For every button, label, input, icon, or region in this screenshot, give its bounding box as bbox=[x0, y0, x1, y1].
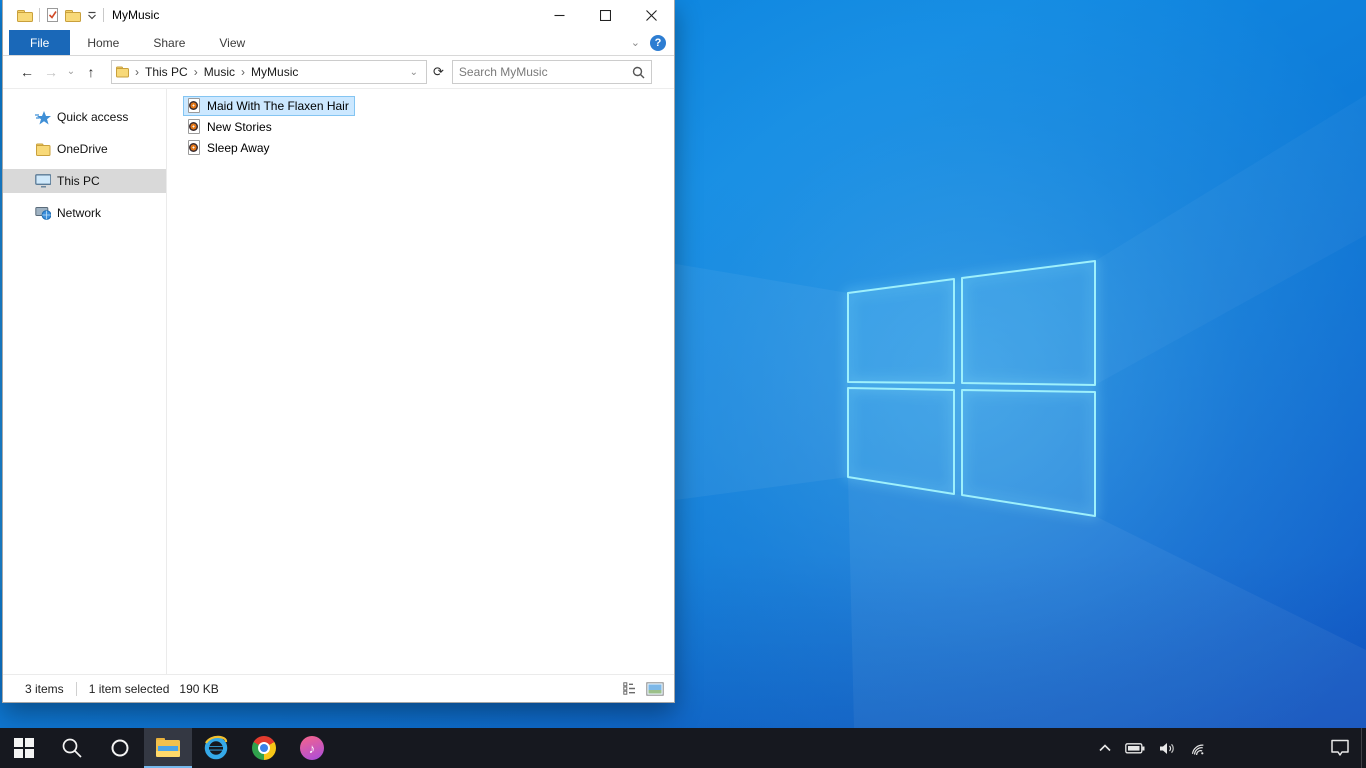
hidden-icons-chevron[interactable] bbox=[1099, 744, 1111, 752]
network-computer-icon bbox=[35, 205, 51, 221]
status-separator bbox=[75, 681, 77, 696]
battery-icon[interactable] bbox=[1125, 742, 1145, 754]
thumbnail-view-button[interactable] bbox=[646, 681, 664, 696]
selection-size: 190 KB bbox=[179, 681, 219, 696]
windows-start-icon bbox=[14, 738, 34, 758]
navigation-pane: Quick access OneDrive This PC Network bbox=[3, 89, 167, 674]
file-list: Maid With The Flaxen Hair New Stories Sl… bbox=[167, 89, 674, 674]
tab-view[interactable]: View bbox=[202, 30, 262, 55]
file-item-sleep-away[interactable]: Sleep Away bbox=[183, 138, 276, 158]
onedrive-folder-icon bbox=[35, 141, 51, 157]
toolbar-separator bbox=[103, 8, 104, 22]
back-button[interactable]: ← bbox=[15, 65, 39, 79]
new-folder-button[interactable] bbox=[65, 9, 81, 22]
sidebar-item-label: Quick access bbox=[57, 110, 129, 124]
taskbar-itunes-button[interactable]: ♪ bbox=[288, 728, 336, 768]
caption-buttons bbox=[536, 0, 674, 30]
this-pc-monitor-icon bbox=[35, 173, 51, 189]
tab-home[interactable]: Home bbox=[70, 30, 136, 55]
search-icon[interactable] bbox=[632, 66, 645, 79]
taskbar-chrome-button[interactable] bbox=[240, 728, 288, 768]
taskbar: ♪ bbox=[0, 728, 1366, 768]
music-note-glyph: ♪ bbox=[308, 740, 316, 756]
music-file-icon bbox=[187, 98, 202, 114]
sidebar-item-quick-access[interactable]: Quick access bbox=[3, 105, 166, 129]
folder-icon bbox=[17, 9, 33, 22]
breadcrumb-chevron-icon[interactable]: › bbox=[235, 65, 251, 79]
tab-file[interactable]: File bbox=[9, 30, 71, 55]
action-center-icon bbox=[1331, 739, 1349, 756]
file-explorer-window: MyMusic File Home Share View ⌄ ? ← → ⌄ ↑… bbox=[2, 0, 675, 703]
chrome-icon bbox=[252, 736, 276, 760]
help-button[interactable]: ? bbox=[650, 34, 666, 51]
breadcrumb-music[interactable]: Music bbox=[204, 65, 235, 79]
title-bar[interactable]: MyMusic bbox=[3, 0, 674, 30]
file-name: New Stories bbox=[207, 120, 272, 134]
sidebar-item-onedrive[interactable]: OneDrive bbox=[3, 137, 166, 161]
forward-button[interactable]: → bbox=[39, 65, 63, 79]
breadcrumb-chevron-icon[interactable]: › bbox=[129, 65, 145, 79]
sidebar-item-label: OneDrive bbox=[57, 142, 108, 156]
sidebar-item-label: Network bbox=[57, 206, 102, 220]
tab-share[interactable]: Share bbox=[136, 30, 202, 55]
sidebar-item-label: This PC bbox=[57, 174, 100, 188]
internet-explorer-icon bbox=[203, 735, 229, 761]
sidebar-item-network[interactable]: Network bbox=[3, 201, 166, 225]
search-box bbox=[451, 60, 652, 84]
windows-logo bbox=[847, 260, 1096, 517]
sidebar-item-this-pc[interactable]: This PC bbox=[3, 169, 166, 193]
recent-locations-icon[interactable]: ⌄ bbox=[63, 67, 79, 77]
explorer-body: Quick access OneDrive This PC Network Ma… bbox=[3, 89, 674, 674]
address-bar[interactable]: › This PC › Music › MyMusic ⌄ bbox=[111, 60, 427, 84]
properties-button[interactable] bbox=[46, 8, 59, 22]
navigation-bar: ← → ⌄ ↑ › This PC › Music › MyMusic ⌄ ⟳ bbox=[3, 56, 674, 89]
music-file-icon bbox=[187, 119, 202, 135]
toolbar-separator bbox=[39, 8, 40, 22]
address-dropdown-icon[interactable]: ⌄ bbox=[406, 67, 422, 78]
breadcrumb-this-pc[interactable]: This PC bbox=[145, 65, 188, 79]
file-item-maid-with-the-flaxen-hair[interactable]: Maid With The Flaxen Hair bbox=[183, 96, 355, 116]
cortana-circle-icon bbox=[111, 739, 129, 757]
taskbar-internet-explorer-button[interactable] bbox=[192, 728, 240, 768]
volume-icon[interactable] bbox=[1159, 742, 1176, 755]
file-name: Maid With The Flaxen Hair bbox=[207, 99, 349, 113]
minimize-ribbon-icon[interactable]: ⌄ bbox=[631, 36, 640, 49]
quick-access-star-icon bbox=[35, 109, 51, 125]
file-explorer-icon bbox=[156, 738, 180, 757]
customize-quick-access-toolbar-button[interactable] bbox=[87, 11, 97, 20]
folder-icon bbox=[116, 66, 129, 78]
ribbon-tab-row: File Home Share View ⌄ ? bbox=[3, 30, 674, 56]
details-view-button[interactable] bbox=[623, 682, 638, 695]
selection-count: 1 item selected bbox=[88, 681, 170, 696]
action-center-button[interactable] bbox=[1330, 728, 1350, 768]
taskbar-file-explorer-button[interactable] bbox=[144, 728, 192, 768]
quick-access-toolbar bbox=[3, 8, 104, 22]
search-input[interactable] bbox=[458, 65, 632, 79]
breadcrumb-mymusic[interactable]: MyMusic bbox=[251, 65, 298, 79]
window-title: MyMusic bbox=[112, 8, 160, 22]
music-file-icon bbox=[187, 140, 202, 156]
search-icon bbox=[62, 738, 82, 758]
breadcrumb-chevron-icon[interactable]: › bbox=[188, 65, 204, 79]
file-name: Sleep Away bbox=[207, 141, 270, 155]
up-button[interactable]: ↑ bbox=[79, 65, 103, 79]
start-button[interactable] bbox=[0, 728, 48, 768]
system-tray bbox=[1099, 728, 1206, 768]
screen: MyMusic File Home Share View ⌄ ? ← → ⌄ ↑… bbox=[0, 0, 1366, 768]
taskbar-search-button[interactable] bbox=[48, 728, 96, 768]
cortana-button[interactable] bbox=[96, 728, 144, 768]
minimize-button[interactable] bbox=[536, 0, 582, 30]
refresh-button[interactable]: ⟳ bbox=[433, 64, 444, 80]
maximize-button[interactable] bbox=[582, 0, 628, 30]
itunes-icon: ♪ bbox=[300, 736, 324, 760]
status-bar: 3 items 1 item selected 190 KB bbox=[3, 674, 674, 702]
items-count: 3 items bbox=[25, 681, 64, 696]
wifi-icon[interactable] bbox=[1190, 742, 1206, 755]
close-button[interactable] bbox=[628, 0, 674, 30]
file-item-new-stories[interactable]: New Stories bbox=[183, 117, 278, 137]
show-desktop-button[interactable] bbox=[1361, 728, 1366, 768]
